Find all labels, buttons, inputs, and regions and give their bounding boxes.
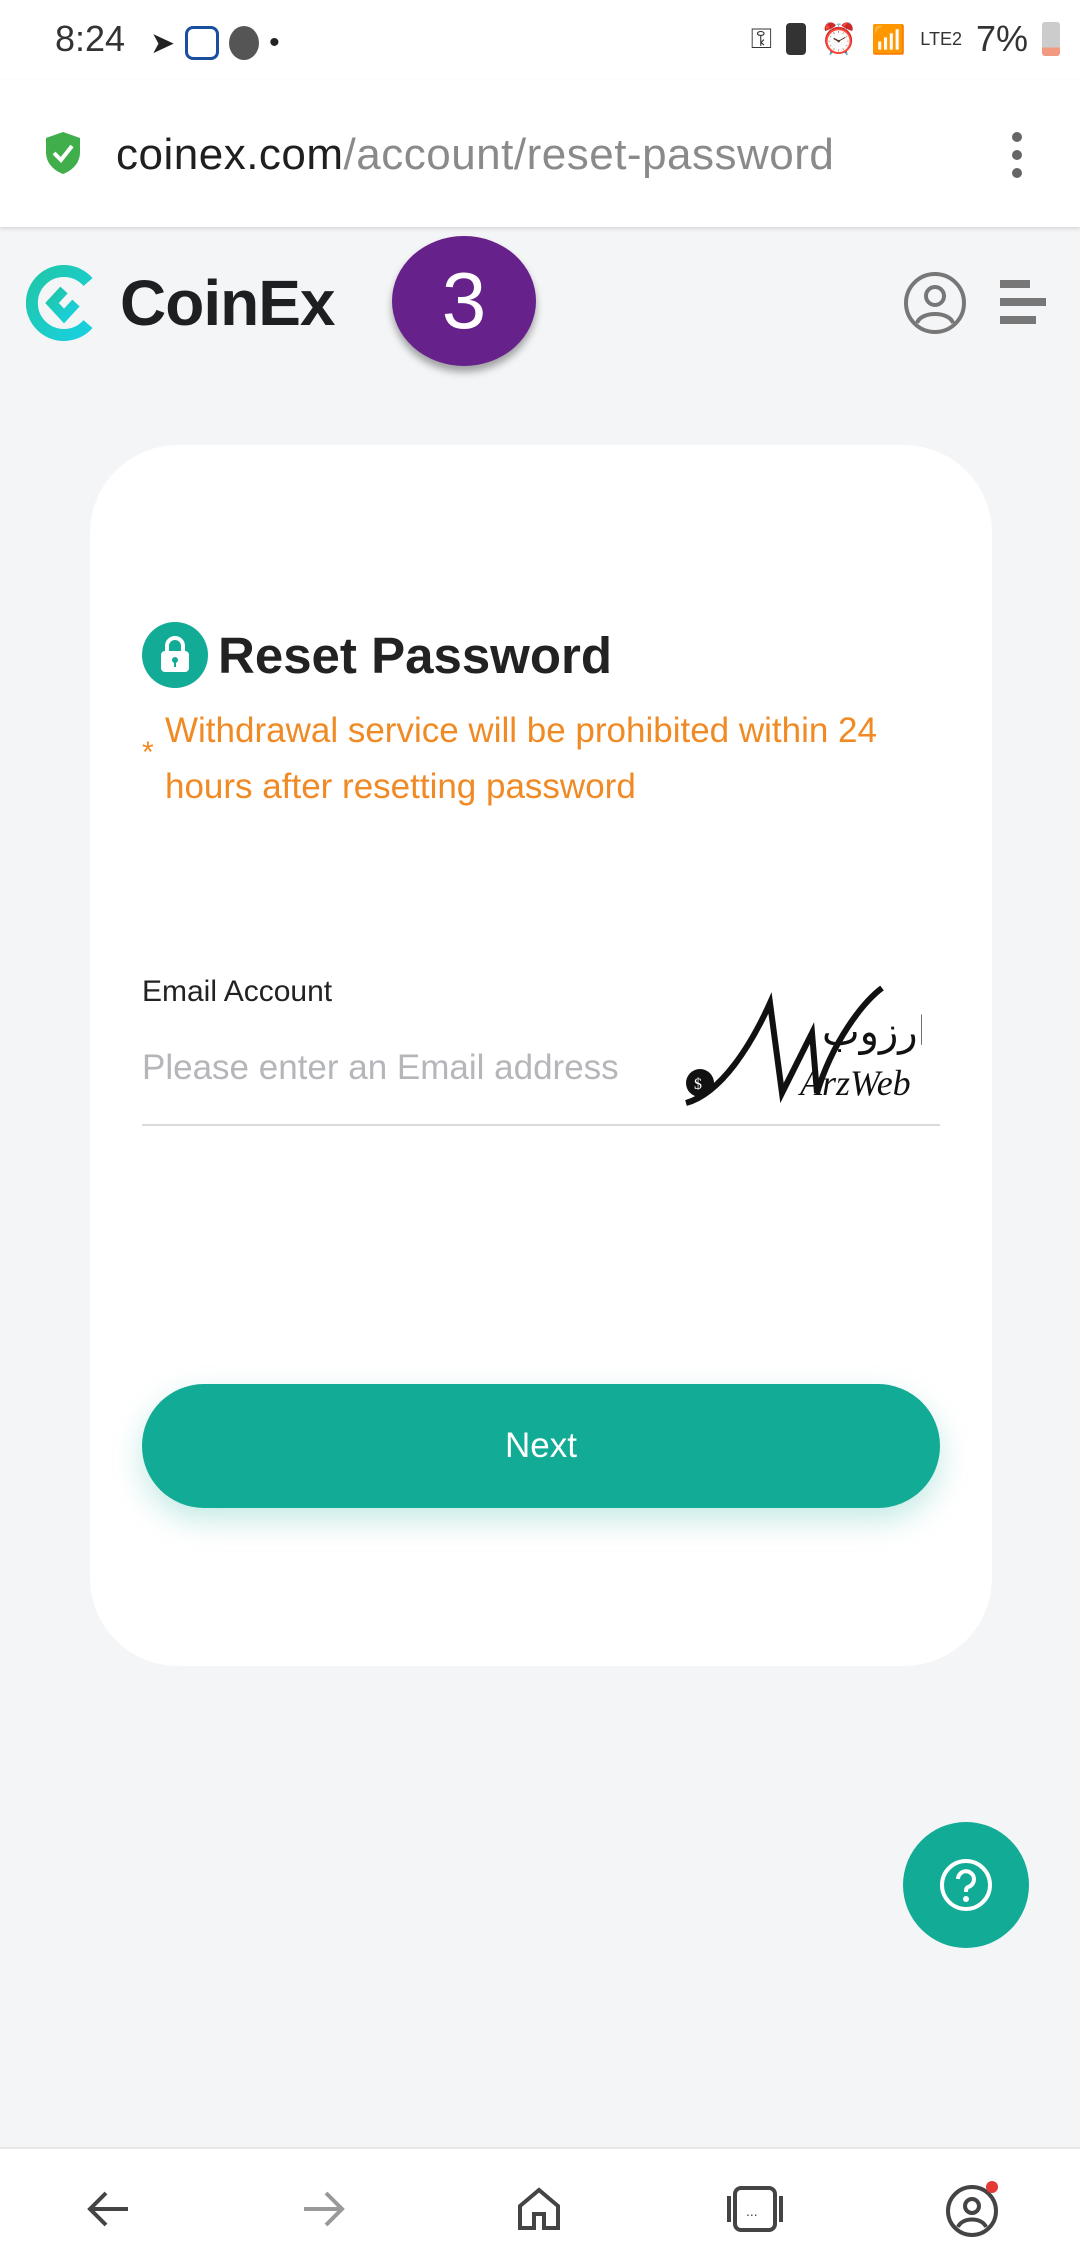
forward-button[interactable]	[294, 2179, 354, 2239]
email-input[interactable]	[142, 1048, 702, 1088]
brand-name: CoinEx	[120, 267, 335, 339]
app-icon-2	[229, 26, 260, 60]
email-underline	[142, 1124, 940, 1126]
next-button[interactable]: Next	[142, 1384, 940, 1508]
dot-icon: •	[269, 26, 280, 59]
svg-text:ارزوب: ارزوب	[822, 1009, 922, 1055]
warning-message: * Withdrawal service will be prohibited …	[142, 703, 942, 815]
back-button[interactable]	[78, 2179, 138, 2239]
secure-shield-icon[interactable]	[44, 130, 82, 176]
coinex-logo-icon	[26, 265, 93, 341]
url-field[interactable]: coinex.com/account/reset-password	[116, 130, 834, 180]
browser-address-bar: coinex.com/account/reset-password	[0, 80, 1080, 227]
arzweb-watermark: $ ارزوب ArzWeb	[682, 983, 929, 1118]
warning-text: Withdrawal service will be prohibited wi…	[165, 711, 877, 806]
status-time: 8:24	[55, 18, 126, 59]
tabs-icon: ...	[727, 2186, 783, 2232]
email-label: Email Account	[142, 975, 333, 1008]
battery-saver-icon	[786, 23, 807, 55]
title-text: Reset Password	[218, 626, 613, 684]
key-icon: ⚿	[750, 22, 773, 54]
svg-text:...: ...	[746, 2203, 758, 2219]
lock-icon	[142, 622, 208, 688]
system-icons: ⚿ ⏰ 📶 LTE2 7%	[751, 18, 1060, 60]
notification-icons: ➤ •	[150, 26, 280, 61]
battery-icon	[1042, 22, 1060, 56]
url-path: /account/reset-password	[343, 130, 835, 179]
app-icon	[185, 26, 220, 60]
more-options-icon[interactable]	[1005, 130, 1029, 180]
status-bar: 8:24 ➤ • ⚿ ⏰ 📶 LTE2 7%	[0, 0, 1080, 80]
svg-text:$: $	[694, 1076, 702, 1093]
alarm-icon: ⏰	[820, 22, 858, 56]
coinex-logo[interactable]: CoinEx	[26, 262, 335, 344]
user-account-icon[interactable]	[903, 271, 967, 335]
question-icon	[940, 1859, 992, 1911]
svg-text:ArzWeb: ArzWeb	[798, 1063, 911, 1103]
home-icon	[518, 2187, 560, 2230]
menu-icon[interactable]	[1000, 280, 1046, 326]
browser-bottom-bar: ...	[0, 2147, 1080, 2266]
url-domain: coinex.com	[116, 130, 344, 179]
home-button[interactable]	[509, 2179, 569, 2239]
warning-star: *	[142, 736, 154, 769]
step-badge: 3	[392, 236, 536, 366]
network-label: LTE2	[920, 28, 962, 49]
arrow-left-icon	[87, 2191, 128, 2227]
help-button[interactable]	[903, 1822, 1029, 1948]
wifi-icon: 📶	[871, 23, 907, 55]
telegram-icon: ➤	[150, 27, 176, 60]
tabs-button[interactable]: ...	[725, 2179, 785, 2239]
profile-icon	[946, 2181, 998, 2237]
profile-button[interactable]	[942, 2179, 1002, 2239]
arrow-right-icon	[304, 2191, 345, 2227]
battery-level: 7%	[975, 18, 1028, 59]
page-title: Reset Password	[142, 622, 612, 688]
